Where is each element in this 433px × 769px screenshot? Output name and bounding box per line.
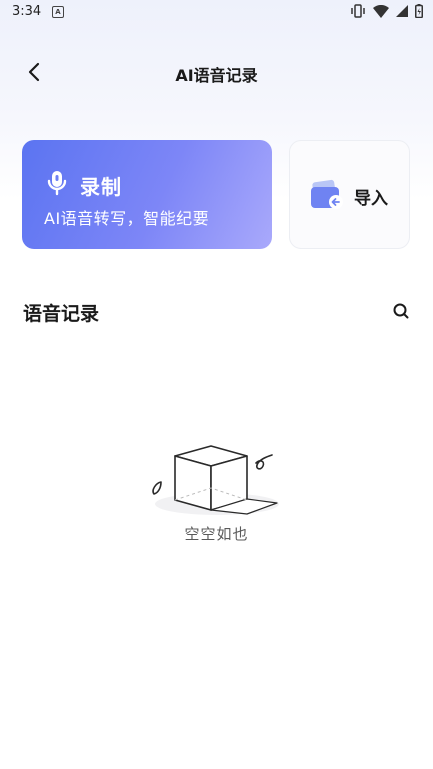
search-button[interactable] [391,301,411,321]
signal-icon [396,5,408,17]
wifi-icon [373,4,389,18]
import-card[interactable]: 导入 [289,140,410,249]
record-label: 录制 [80,175,122,199]
status-icons [350,4,423,18]
record-subtitle: AI语音转写，智能纪要 [44,209,210,228]
microphone-icon [47,171,67,196]
vibrate-icon [351,4,365,18]
search-icon [393,303,409,319]
status-bar: 3:34 A [0,0,433,24]
folder-import-icon [311,179,343,209]
empty-state-text: 空空如也 [184,525,249,543]
empty-box-illustration [152,445,279,515]
battery-icon [415,4,423,18]
header: AI语音记录 [0,48,433,96]
section-title: 语音记录 [23,303,100,325]
page-title: AI语音记录 [175,66,258,85]
status-time: 3:34 [12,4,42,19]
import-label: 导入 [354,189,388,209]
record-card[interactable]: 录制 AI语音转写，智能纪要 [22,140,272,249]
notification-a-icon: A [52,6,64,18]
